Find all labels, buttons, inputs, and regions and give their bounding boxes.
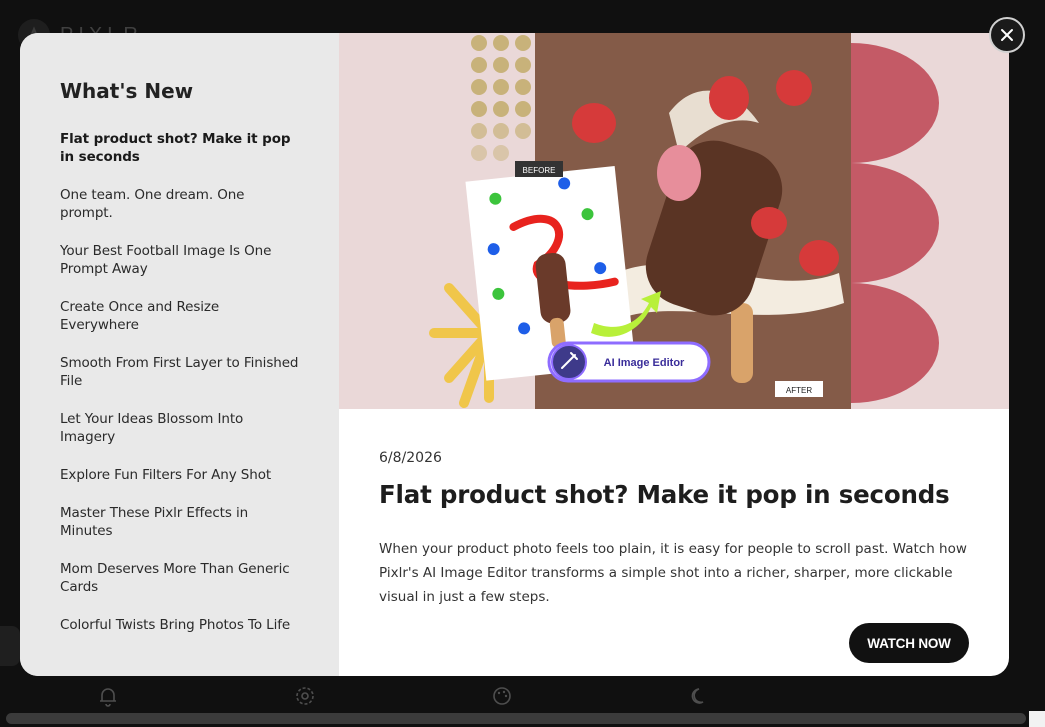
close-modal-button[interactable] <box>989 17 1025 53</box>
ai-badge-label: AI Image Editor <box>604 357 685 369</box>
news-item-9[interactable]: Colorful Twists Bring Photos To Life <box>60 616 299 634</box>
close-icon <box>1001 29 1013 41</box>
bell-icon[interactable] <box>96 684 120 708</box>
side-panel-tab <box>0 626 20 666</box>
palette-icon[interactable] <box>490 684 514 708</box>
news-item-8[interactable]: Mom Deserves More Than Generic Cards <box>60 560 299 596</box>
pink-halfcircles-pattern <box>851 43 939 403</box>
news-item-6[interactable]: Explore Fun Filters For Any Shot <box>60 466 299 484</box>
after-label: AFTER <box>786 386 812 395</box>
news-item-4[interactable]: Smooth From First Layer to Finished File <box>60 354 299 390</box>
hero-image: BEFORE AFTER AI Image Editor <box>339 33 1009 409</box>
news-item-5[interactable]: Let Your Ideas Blossom Into Imagery <box>60 410 299 446</box>
whats-new-modal: What's New Flat product shot? Make it po… <box>20 33 1009 676</box>
watch-now-button[interactable]: WATCH NOW <box>849 623 969 663</box>
sidebar-title: What's New <box>60 79 194 103</box>
gold-dots-pattern <box>471 35 531 161</box>
gear-icon[interactable] <box>293 684 317 708</box>
news-item-7[interactable]: Master These Pixlr Effects in Minutes <box>60 504 299 540</box>
article-description: When your product photo feels too plain,… <box>379 541 967 605</box>
bottom-toolbar <box>0 680 800 712</box>
article-title: Flat product shot? Make it pop in second… <box>379 480 950 509</box>
news-item-0[interactable]: Flat product shot? Make it pop in second… <box>60 130 299 166</box>
moon-icon[interactable] <box>687 684 711 708</box>
article-date: 6/8/2026 <box>379 450 442 466</box>
news-list: Flat product shot? Make it pop in second… <box>60 130 299 634</box>
whats-new-sidebar: What's New Flat product shot? Make it po… <box>20 33 339 676</box>
news-item-2[interactable]: Your Best Football Image Is One Prompt A… <box>60 242 299 278</box>
hero-illustration: BEFORE AFTER AI Image Editor <box>429 33 939 409</box>
news-item-3[interactable]: Create Once and Resize Everywhere <box>60 298 299 334</box>
news-item-1[interactable]: One team. One dream. One prompt. <box>60 186 299 222</box>
scrollbar-corner <box>1029 711 1045 727</box>
ai-image-editor-badge: AI Image Editor <box>547 341 711 383</box>
article-panel: BEFORE AFTER AI Image Editor 6/8/2026 Fl… <box>339 33 1009 676</box>
horizontal-scrollbar[interactable] <box>6 713 1026 724</box>
article-body: 6/8/2026 Flat product shot? Make it pop … <box>339 409 1009 676</box>
before-label: BEFORE <box>523 166 556 175</box>
